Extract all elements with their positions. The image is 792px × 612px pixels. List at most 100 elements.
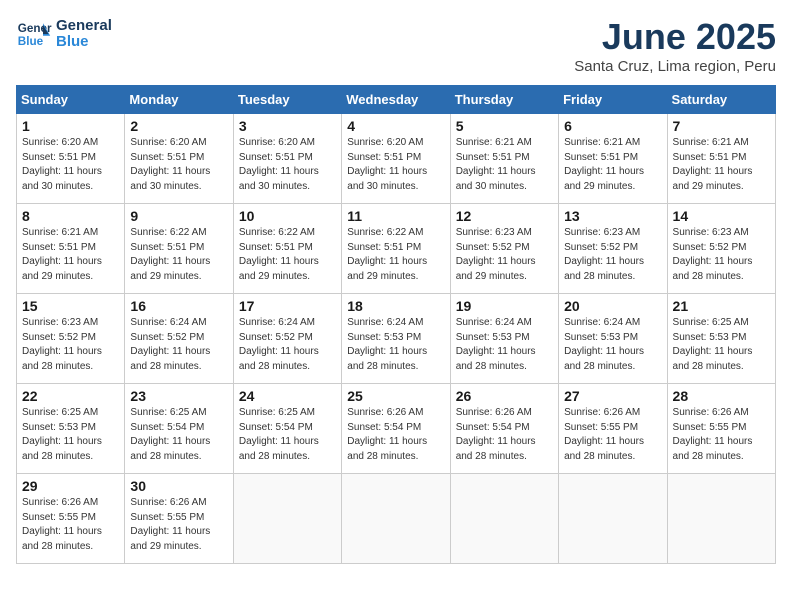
calendar-cell: 20 Sunrise: 6:24 AM Sunset: 5:53 PM Dayli… (559, 294, 667, 384)
day-info: Sunrise: 6:20 AM Sunset: 5:51 PM Dayligh… (130, 136, 227, 194)
calendar-cell: 28 Sunrise: 6:26 AM Sunset: 5:55 PM Dayli… (667, 384, 775, 474)
col-monday: Monday (125, 86, 233, 114)
day-info: Sunrise: 6:24 AM Sunset: 5:52 PM Dayligh… (130, 316, 227, 374)
logo-general-text: General (56, 18, 112, 35)
calendar-cell: 21 Sunrise: 6:25 AM Sunset: 5:53 PM Dayli… (667, 294, 775, 384)
calendar-cell: 25 Sunrise: 6:26 AM Sunset: 5:54 PM Dayli… (342, 384, 450, 474)
day-info: Sunrise: 6:26 AM Sunset: 5:54 PM Dayligh… (456, 406, 553, 464)
day-info: Sunrise: 6:23 AM Sunset: 5:52 PM Dayligh… (22, 316, 119, 374)
day-info: Sunrise: 6:24 AM Sunset: 5:53 PM Dayligh… (564, 316, 661, 374)
day-info: Sunrise: 6:23 AM Sunset: 5:52 PM Dayligh… (564, 226, 661, 284)
day-info: Sunrise: 6:25 AM Sunset: 5:54 PM Dayligh… (239, 406, 336, 464)
day-number: 30 (130, 478, 227, 494)
day-number: 14 (673, 208, 770, 224)
calendar-week-row-3: 15 Sunrise: 6:23 AM Sunset: 5:52 PM Dayli… (17, 294, 776, 384)
calendar-cell: 11 Sunrise: 6:22 AM Sunset: 5:51 PM Dayli… (342, 204, 450, 294)
col-saturday: Saturday (667, 86, 775, 114)
calendar-cell (233, 474, 341, 564)
calendar-cell (342, 474, 450, 564)
calendar-cell: 16 Sunrise: 6:24 AM Sunset: 5:52 PM Dayli… (125, 294, 233, 384)
day-info: Sunrise: 6:22 AM Sunset: 5:51 PM Dayligh… (130, 226, 227, 284)
day-number: 17 (239, 298, 336, 314)
calendar-cell: 5 Sunrise: 6:21 AM Sunset: 5:51 PM Daylig… (450, 114, 558, 204)
calendar-cell: 24 Sunrise: 6:25 AM Sunset: 5:54 PM Dayli… (233, 384, 341, 474)
calendar-cell: 26 Sunrise: 6:26 AM Sunset: 5:54 PM Dayli… (450, 384, 558, 474)
page-header: General Blue General Blue June 2025 Sant… (16, 16, 776, 75)
calendar-cell: 4Sunrise: 6:20 AM Sunset: 5:51 PM Daylig… (342, 114, 450, 204)
day-number: 12 (456, 208, 553, 224)
day-info: Sunrise: 6:21 AM Sunset: 5:51 PM Dayligh… (22, 226, 119, 284)
day-info: Sunrise: 6:26 AM Sunset: 5:55 PM Dayligh… (673, 406, 770, 464)
day-number: 19 (456, 298, 553, 314)
day-number: 27 (564, 388, 661, 404)
svg-text:Blue: Blue (18, 35, 44, 48)
calendar-cell: 29Sunrise: 6:26 AM Sunset: 5:55 PM Dayli… (17, 474, 125, 564)
calendar-cell: 13Sunrise: 6:23 AM Sunset: 5:52 PM Dayli… (559, 204, 667, 294)
col-tuesday: Tuesday (233, 86, 341, 114)
calendar-cell: 10Sunrise: 6:22 AM Sunset: 5:51 PM Dayli… (233, 204, 341, 294)
day-info: Sunrise: 6:22 AM Sunset: 5:51 PM Dayligh… (347, 226, 444, 284)
calendar-header-row: Sunday Monday Tuesday Wednesday Thursday… (17, 86, 776, 114)
calendar-cell (450, 474, 558, 564)
calendar-cell: 8 Sunrise: 6:21 AM Sunset: 5:51 PM Daylig… (17, 204, 125, 294)
calendar-cell: 22Sunrise: 6:25 AM Sunset: 5:53 PM Dayli… (17, 384, 125, 474)
calendar-table: Sunday Monday Tuesday Wednesday Thursday… (16, 85, 776, 564)
day-number: 4 (347, 118, 444, 134)
day-number: 10 (239, 208, 336, 224)
calendar-cell: 2 Sunrise: 6:20 AM Sunset: 5:51 PM Daylig… (125, 114, 233, 204)
day-info: Sunrise: 6:20 AM Sunset: 5:51 PM Dayligh… (239, 136, 336, 194)
day-number: 22 (22, 388, 119, 404)
calendar-cell (667, 474, 775, 564)
day-info: Sunrise: 6:24 AM Sunset: 5:53 PM Dayligh… (456, 316, 553, 374)
day-info: Sunrise: 6:21 AM Sunset: 5:51 PM Dayligh… (564, 136, 661, 194)
calendar-cell: 23 Sunrise: 6:25 AM Sunset: 5:54 PM Dayli… (125, 384, 233, 474)
day-info: Sunrise: 6:26 AM Sunset: 5:54 PM Dayligh… (347, 406, 444, 464)
col-sunday: Sunday (17, 86, 125, 114)
day-number: 7 (673, 118, 770, 134)
day-info: Sunrise: 6:23 AM Sunset: 5:52 PM Dayligh… (456, 226, 553, 284)
calendar-cell: 14 Sunrise: 6:23 AM Sunset: 5:52 PM Dayli… (667, 204, 775, 294)
day-number: 9 (130, 208, 227, 224)
day-number: 5 (456, 118, 553, 134)
calendar-cell: 15 Sunrise: 6:23 AM Sunset: 5:52 PM Dayli… (17, 294, 125, 384)
day-number: 2 (130, 118, 227, 134)
location-subtitle: Santa Cruz, Lima region, Peru (574, 58, 776, 75)
day-info: Sunrise: 6:23 AM Sunset: 5:52 PM Dayligh… (673, 226, 770, 284)
day-info: Sunrise: 6:26 AM Sunset: 5:55 PM Dayligh… (130, 496, 227, 554)
calendar-cell: 7 Sunrise: 6:21 AM Sunset: 5:51 PM Daylig… (667, 114, 775, 204)
day-info: Sunrise: 6:25 AM Sunset: 5:53 PM Dayligh… (673, 316, 770, 374)
calendar-week-row-4: 22Sunrise: 6:25 AM Sunset: 5:53 PM Dayli… (17, 384, 776, 474)
calendar-week-row-1: 1Sunrise: 6:20 AM Sunset: 5:51 PM Daylig… (17, 114, 776, 204)
day-number: 21 (673, 298, 770, 314)
month-title: June 2025 (574, 16, 776, 58)
title-area: June 2025 Santa Cruz, Lima region, Peru (574, 16, 776, 75)
day-info: Sunrise: 6:24 AM Sunset: 5:52 PM Dayligh… (239, 316, 336, 374)
day-number: 23 (130, 388, 227, 404)
day-number: 25 (347, 388, 444, 404)
day-info: Sunrise: 6:21 AM Sunset: 5:51 PM Dayligh… (456, 136, 553, 194)
calendar-cell: 19 Sunrise: 6:24 AM Sunset: 5:53 PM Dayli… (450, 294, 558, 384)
day-number: 24 (239, 388, 336, 404)
day-info: Sunrise: 6:21 AM Sunset: 5:51 PM Dayligh… (673, 136, 770, 194)
day-number: 8 (22, 208, 119, 224)
col-thursday: Thursday (450, 86, 558, 114)
day-number: 16 (130, 298, 227, 314)
calendar-cell (559, 474, 667, 564)
logo: General Blue General Blue (16, 16, 112, 52)
day-number: 26 (456, 388, 553, 404)
col-friday: Friday (559, 86, 667, 114)
day-number: 28 (673, 388, 770, 404)
calendar-cell: 30 Sunrise: 6:26 AM Sunset: 5:55 PM Dayli… (125, 474, 233, 564)
day-number: 15 (22, 298, 119, 314)
day-info: Sunrise: 6:25 AM Sunset: 5:54 PM Dayligh… (130, 406, 227, 464)
day-number: 11 (347, 208, 444, 224)
day-number: 20 (564, 298, 661, 314)
day-info: Sunrise: 6:26 AM Sunset: 5:55 PM Dayligh… (564, 406, 661, 464)
logo-blue-text: Blue (56, 34, 112, 51)
calendar-cell: 3Sunrise: 6:20 AM Sunset: 5:51 PM Daylig… (233, 114, 341, 204)
day-number: 29 (22, 478, 119, 494)
calendar-cell: 18Sunrise: 6:24 AM Sunset: 5:53 PM Dayli… (342, 294, 450, 384)
calendar-cell: 27 Sunrise: 6:26 AM Sunset: 5:55 PM Dayli… (559, 384, 667, 474)
calendar-cell: 1Sunrise: 6:20 AM Sunset: 5:51 PM Daylig… (17, 114, 125, 204)
logo-icon: General Blue (16, 16, 52, 52)
